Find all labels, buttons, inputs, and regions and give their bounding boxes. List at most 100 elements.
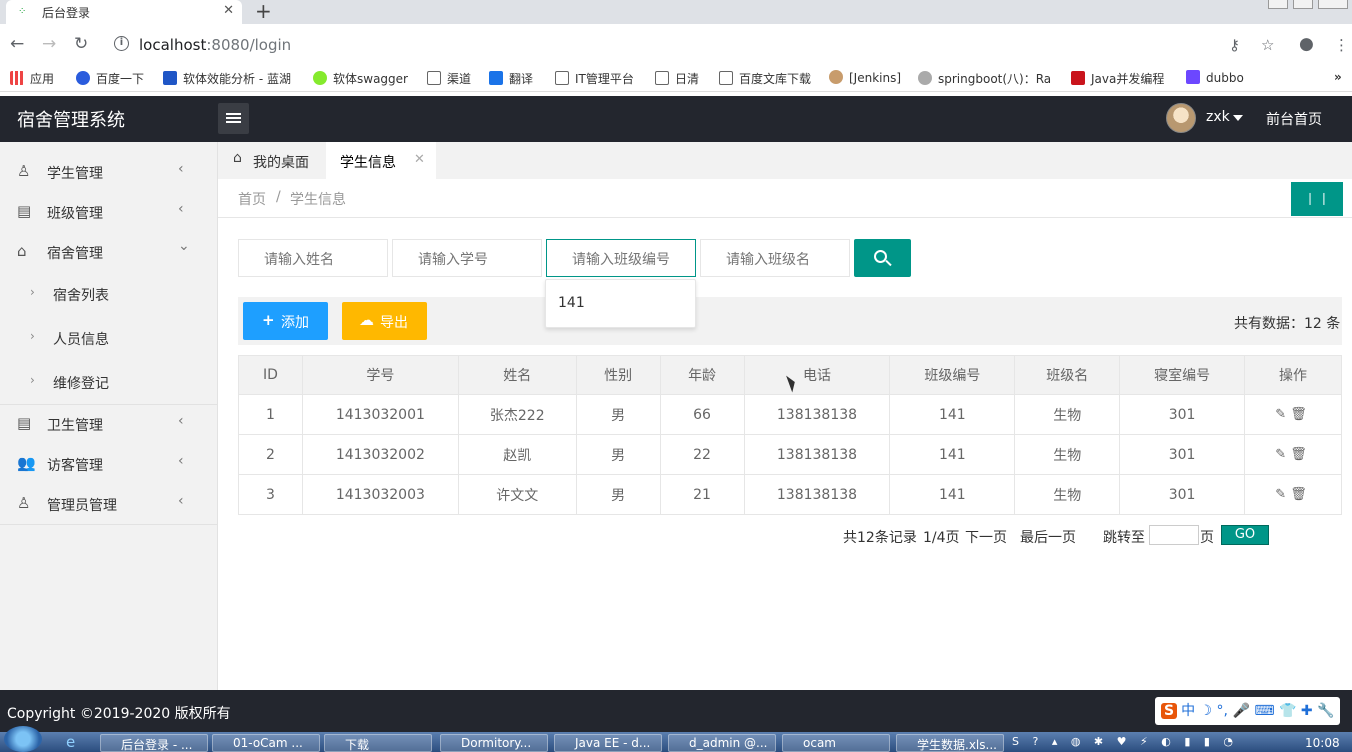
taskbar-item[interactable]: 后台登录 - ...: [100, 734, 208, 752]
name-search-input[interactable]: 请输入姓名: [238, 239, 388, 277]
table-cell: 66: [659, 394, 745, 435]
browser-tab-title: 后台登录: [42, 6, 91, 20]
sidebar-item-students[interactable]: ♙ 学生管理 ‹: [0, 152, 217, 192]
sidebar-item-hygiene[interactable]: ▤ 卫生管理 ‹: [0, 404, 217, 444]
close-tab-icon[interactable]: ✕: [223, 3, 234, 18]
student-id-search-input[interactable]: 请输入学号: [392, 239, 542, 277]
username[interactable]: zxk: [1206, 109, 1230, 125]
tab-desktop[interactable]: ⌂ 我的桌面: [218, 142, 326, 179]
browser-menu-icon[interactable]: ⋮: [1334, 36, 1349, 54]
sidebar-subitem-label: 人员信息: [53, 332, 109, 348]
caret-down-icon[interactable]: [1233, 115, 1243, 121]
copyright-text: Copyright ©2019-2020 版权所有: [7, 706, 231, 722]
bookmark-item[interactable]: [Jenkins]: [829, 70, 901, 85]
chevron-right-icon: ›: [30, 373, 35, 387]
menu-toggle-icon[interactable]: [218, 103, 249, 134]
breadcrumb-home[interactable]: 首页: [238, 189, 266, 209]
clock: 10:08: [1305, 736, 1340, 750]
add-button-label: 添加: [281, 315, 309, 331]
sidebar-item-classes[interactable]: ▤ 班级管理 ‹: [0, 192, 217, 232]
taskbar-item[interactable]: ocam: [782, 734, 890, 752]
taskbar-item[interactable]: d_admin @...: [668, 734, 776, 752]
start-button-icon[interactable]: [4, 726, 42, 752]
url-text: localhost:8080/login: [139, 36, 292, 54]
more-bookmarks-icon[interactable]: »: [1334, 70, 1342, 84]
bookmark-apps[interactable]: 应用: [10, 70, 54, 87]
ime-toolbar[interactable]: S中 ☽ °, 🎤 ⌨ 👕 ✚ 🔧: [1155, 697, 1341, 725]
column-header: 班级名: [1014, 355, 1121, 395]
forward-icon[interactable]: →: [42, 34, 56, 54]
bookmark-item[interactable]: 日清: [655, 70, 699, 87]
pager-jump-label: 跳转至: [1103, 530, 1145, 546]
reload-icon[interactable]: ↻: [74, 34, 88, 54]
ie-icon[interactable]: e: [66, 733, 75, 751]
table-cell: 2: [238, 434, 303, 475]
sidebar-subitem-personnel[interactable]: › 人员信息: [0, 316, 217, 360]
front-home-link[interactable]: 前台首页: [1266, 109, 1322, 129]
sidebar-subitem-repairs[interactable]: › 维修登记: [0, 360, 217, 404]
close-icon[interactable]: ✕: [414, 152, 425, 167]
delete-icon[interactable]: 🗑: [1290, 487, 1311, 502]
translate-icon: [489, 71, 503, 85]
key-icon[interactable]: ⚷: [1229, 36, 1240, 54]
table-cell: 301: [1119, 394, 1246, 435]
class-name-search-input[interactable]: 请输入班级名: [700, 239, 850, 277]
new-tab-icon[interactable]: +: [255, 0, 272, 23]
search-button[interactable]: [854, 239, 911, 277]
bookmark-item[interactable]: 软体swagger: [313, 70, 408, 87]
back-icon[interactable]: ←: [10, 34, 24, 54]
sidebar-item-label: 卫生管理: [47, 418, 103, 434]
bookmark-item[interactable]: 软体效能分析 - 蓝湖: [163, 70, 291, 87]
maximize-icon[interactable]: [1293, 0, 1313, 9]
star-icon[interactable]: ☆: [1261, 36, 1274, 54]
address-bar[interactable]: i localhost:8080/login: [104, 31, 1292, 59]
table-cell: 赵凯: [457, 434, 577, 475]
window-close-icon[interactable]: [1318, 0, 1348, 9]
taskbar-item[interactable]: Java EE - d...: [554, 734, 662, 752]
blog-icon: [918, 71, 932, 85]
sidebar-subitem-dorm-list[interactable]: › 宿舍列表: [0, 272, 217, 316]
sidebar-item-dorms[interactable]: ⌂ 宿舍管理 ⌄: [0, 232, 217, 272]
tab-student-info[interactable]: 学生信息 ✕: [326, 142, 436, 179]
delete-icon[interactable]: 🗑: [1290, 407, 1311, 422]
taskbar-item[interactable]: 下载: [324, 734, 432, 752]
go-button[interactable]: GO: [1221, 525, 1269, 545]
refresh-button[interactable]: ❘ ❘: [1291, 182, 1343, 216]
bookmark-item[interactable]: springboot(八)：Ra: [918, 70, 1056, 87]
bookmark-item[interactable]: 渠道: [427, 70, 471, 87]
bookmark-item[interactable]: IT管理平台: [555, 70, 634, 87]
edit-icon[interactable]: ✎: [1275, 447, 1290, 462]
pager-next[interactable]: 下一页: [965, 527, 1007, 547]
edit-icon[interactable]: ✎: [1275, 407, 1290, 422]
bookmark-item[interactable]: 百度一下: [76, 70, 144, 87]
taskbar-item[interactable]: 01-oCam ...: [212, 734, 320, 752]
profile-icon[interactable]: ●: [1299, 34, 1314, 54]
bookmark-item[interactable]: Java并发编程: [1071, 70, 1164, 87]
delete-icon[interactable]: 🗑: [1290, 447, 1311, 462]
sidebar-item-visitors[interactable]: 👥 访客管理 ‹: [0, 444, 217, 484]
jump-page-input[interactable]: [1149, 525, 1199, 545]
sidebar-item-admins[interactable]: ♙ 管理员管理 ‹: [0, 484, 217, 524]
bookmark-item[interactable]: dubbo: [1186, 70, 1244, 85]
plus-icon: +: [262, 311, 275, 329]
add-button[interactable]: + 添加: [243, 302, 328, 340]
table-cell: 138138138: [743, 394, 891, 435]
pager-last[interactable]: 最后一页: [1020, 527, 1076, 547]
browser-tab[interactable]: ⁘ 后台登录 ✕: [6, 0, 242, 24]
export-button[interactable]: ☁ 导出: [342, 302, 427, 340]
table-cell: 1413032003: [301, 474, 459, 515]
system-tray-icons[interactable]: S ? ▴ ◍ ✱ ♥ ⚡ ◐ ▮ ▮ ◔: [1012, 735, 1238, 748]
suggestion-option[interactable]: 141: [558, 295, 585, 311]
edit-icon[interactable]: ✎: [1275, 487, 1290, 502]
class-number-search-input[interactable]: 请输入班级编号: [546, 239, 696, 277]
minimize-icon[interactable]: [1268, 0, 1288, 9]
site-info-icon[interactable]: i: [114, 36, 129, 51]
os-taskbar: e 后台登录 - ... 01-oCam ... 下载 Dormitory...…: [0, 726, 1352, 752]
table-cell: 301: [1119, 474, 1246, 515]
taskbar-item[interactable]: Dormitory...: [440, 734, 548, 752]
sidebar-item-label: 班级管理: [47, 206, 103, 222]
bookmark-item[interactable]: 翻译: [489, 70, 533, 87]
taskbar-item[interactable]: 学生数据.xls...: [896, 734, 1004, 752]
avatar[interactable]: [1166, 103, 1196, 133]
bookmark-item[interactable]: 百度文库下载: [719, 70, 811, 87]
